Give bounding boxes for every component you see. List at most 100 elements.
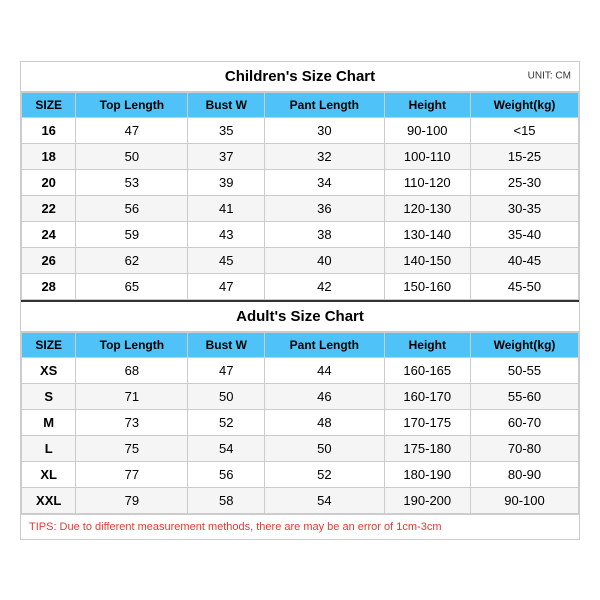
data-cell: 180-190	[384, 461, 470, 487]
data-cell: 56	[188, 461, 265, 487]
data-cell: 70-80	[471, 435, 579, 461]
adult-title-row: Adult's Size Chart	[21, 300, 579, 332]
data-cell: 54	[188, 435, 265, 461]
data-cell: 60-70	[471, 409, 579, 435]
data-cell: 50	[188, 383, 265, 409]
data-cell: 32	[265, 143, 384, 169]
children-chart-title: Children's Size Chart	[225, 68, 375, 85]
adult-table: SIZETop LengthBust WPant LengthHeightWei…	[21, 332, 579, 514]
children-table-row: 24594338130-14035-40	[22, 221, 579, 247]
tips-row: TIPS: Due to different measurement metho…	[21, 514, 579, 539]
data-cell: 79	[76, 487, 188, 513]
data-cell: 175-180	[384, 435, 470, 461]
data-cell: 65	[76, 273, 188, 299]
size-cell: 28	[22, 273, 76, 299]
adult-col-header-4: Height	[384, 332, 470, 357]
size-cell: S	[22, 383, 76, 409]
children-table-row: 28654742150-16045-50	[22, 273, 579, 299]
adult-header-row: SIZETop LengthBust WPant LengthHeightWei…	[22, 332, 579, 357]
data-cell: 30-35	[471, 195, 579, 221]
data-cell: 43	[188, 221, 265, 247]
data-cell: 55-60	[471, 383, 579, 409]
size-cell: XXL	[22, 487, 76, 513]
data-cell: 35-40	[471, 221, 579, 247]
data-cell: 59	[76, 221, 188, 247]
size-cell: 22	[22, 195, 76, 221]
size-cell: 16	[22, 117, 76, 143]
data-cell: 42	[265, 273, 384, 299]
tips-text: TIPS: Due to different measurement metho…	[29, 521, 441, 533]
data-cell: 45-50	[471, 273, 579, 299]
data-cell: 73	[76, 409, 188, 435]
data-cell: 25-30	[471, 169, 579, 195]
children-table-row: 26624540140-15040-45	[22, 247, 579, 273]
data-cell: 50	[76, 143, 188, 169]
data-cell: 36	[265, 195, 384, 221]
adult-table-row: M735248170-17560-70	[22, 409, 579, 435]
unit-label: UNIT: CM	[528, 71, 571, 82]
data-cell: 40	[265, 247, 384, 273]
size-chart-container: Children's Size Chart UNIT: CM SIZETop L…	[20, 61, 580, 540]
data-cell: 52	[265, 461, 384, 487]
data-cell: 46	[265, 383, 384, 409]
data-cell: 62	[76, 247, 188, 273]
children-table: SIZETop LengthBust WPant LengthHeightWei…	[21, 92, 579, 300]
size-cell: XS	[22, 357, 76, 383]
data-cell: 75	[76, 435, 188, 461]
children-col-header-1: Top Length	[76, 92, 188, 117]
data-cell: 50-55	[471, 357, 579, 383]
size-cell: XL	[22, 461, 76, 487]
data-cell: 130-140	[384, 221, 470, 247]
data-cell: 39	[188, 169, 265, 195]
size-cell: 26	[22, 247, 76, 273]
adult-table-row: XL775652180-19080-90	[22, 461, 579, 487]
data-cell: 53	[76, 169, 188, 195]
data-cell: 58	[188, 487, 265, 513]
size-cell: 18	[22, 143, 76, 169]
children-col-header-0: SIZE	[22, 92, 76, 117]
children-table-row: 22564136120-13030-35	[22, 195, 579, 221]
data-cell: 37	[188, 143, 265, 169]
children-col-header-2: Bust W	[188, 92, 265, 117]
data-cell: 38	[265, 221, 384, 247]
adult-col-header-2: Bust W	[188, 332, 265, 357]
adult-col-header-0: SIZE	[22, 332, 76, 357]
data-cell: 150-160	[384, 273, 470, 299]
data-cell: 48	[265, 409, 384, 435]
data-cell: 68	[76, 357, 188, 383]
data-cell: 56	[76, 195, 188, 221]
adult-col-header-5: Weight(kg)	[471, 332, 579, 357]
size-cell: 20	[22, 169, 76, 195]
data-cell: 77	[76, 461, 188, 487]
data-cell: 80-90	[471, 461, 579, 487]
data-cell: 90-100	[384, 117, 470, 143]
data-cell: 44	[265, 357, 384, 383]
data-cell: 47	[188, 357, 265, 383]
children-header-row: SIZETop LengthBust WPant LengthHeightWei…	[22, 92, 579, 117]
data-cell: 190-200	[384, 487, 470, 513]
adult-table-row: L755450175-18070-80	[22, 435, 579, 461]
data-cell: 41	[188, 195, 265, 221]
data-cell: 71	[76, 383, 188, 409]
data-cell: 45	[188, 247, 265, 273]
size-cell: 24	[22, 221, 76, 247]
data-cell: 140-150	[384, 247, 470, 273]
data-cell: 40-45	[471, 247, 579, 273]
size-cell: L	[22, 435, 76, 461]
adult-table-row: S715046160-17055-60	[22, 383, 579, 409]
adult-table-row: XS684744160-16550-55	[22, 357, 579, 383]
data-cell: 160-165	[384, 357, 470, 383]
data-cell: 54	[265, 487, 384, 513]
data-cell: 15-25	[471, 143, 579, 169]
children-table-row: 1647353090-100<15	[22, 117, 579, 143]
data-cell: 30	[265, 117, 384, 143]
children-col-header-3: Pant Length	[265, 92, 384, 117]
data-cell: 47	[76, 117, 188, 143]
data-cell: 160-170	[384, 383, 470, 409]
children-table-row: 18503732100-11015-25	[22, 143, 579, 169]
size-cell: M	[22, 409, 76, 435]
adult-table-row: XXL795854190-20090-100	[22, 487, 579, 513]
adult-chart-title: Adult's Size Chart	[236, 308, 364, 325]
data-cell: 50	[265, 435, 384, 461]
data-cell: <15	[471, 117, 579, 143]
